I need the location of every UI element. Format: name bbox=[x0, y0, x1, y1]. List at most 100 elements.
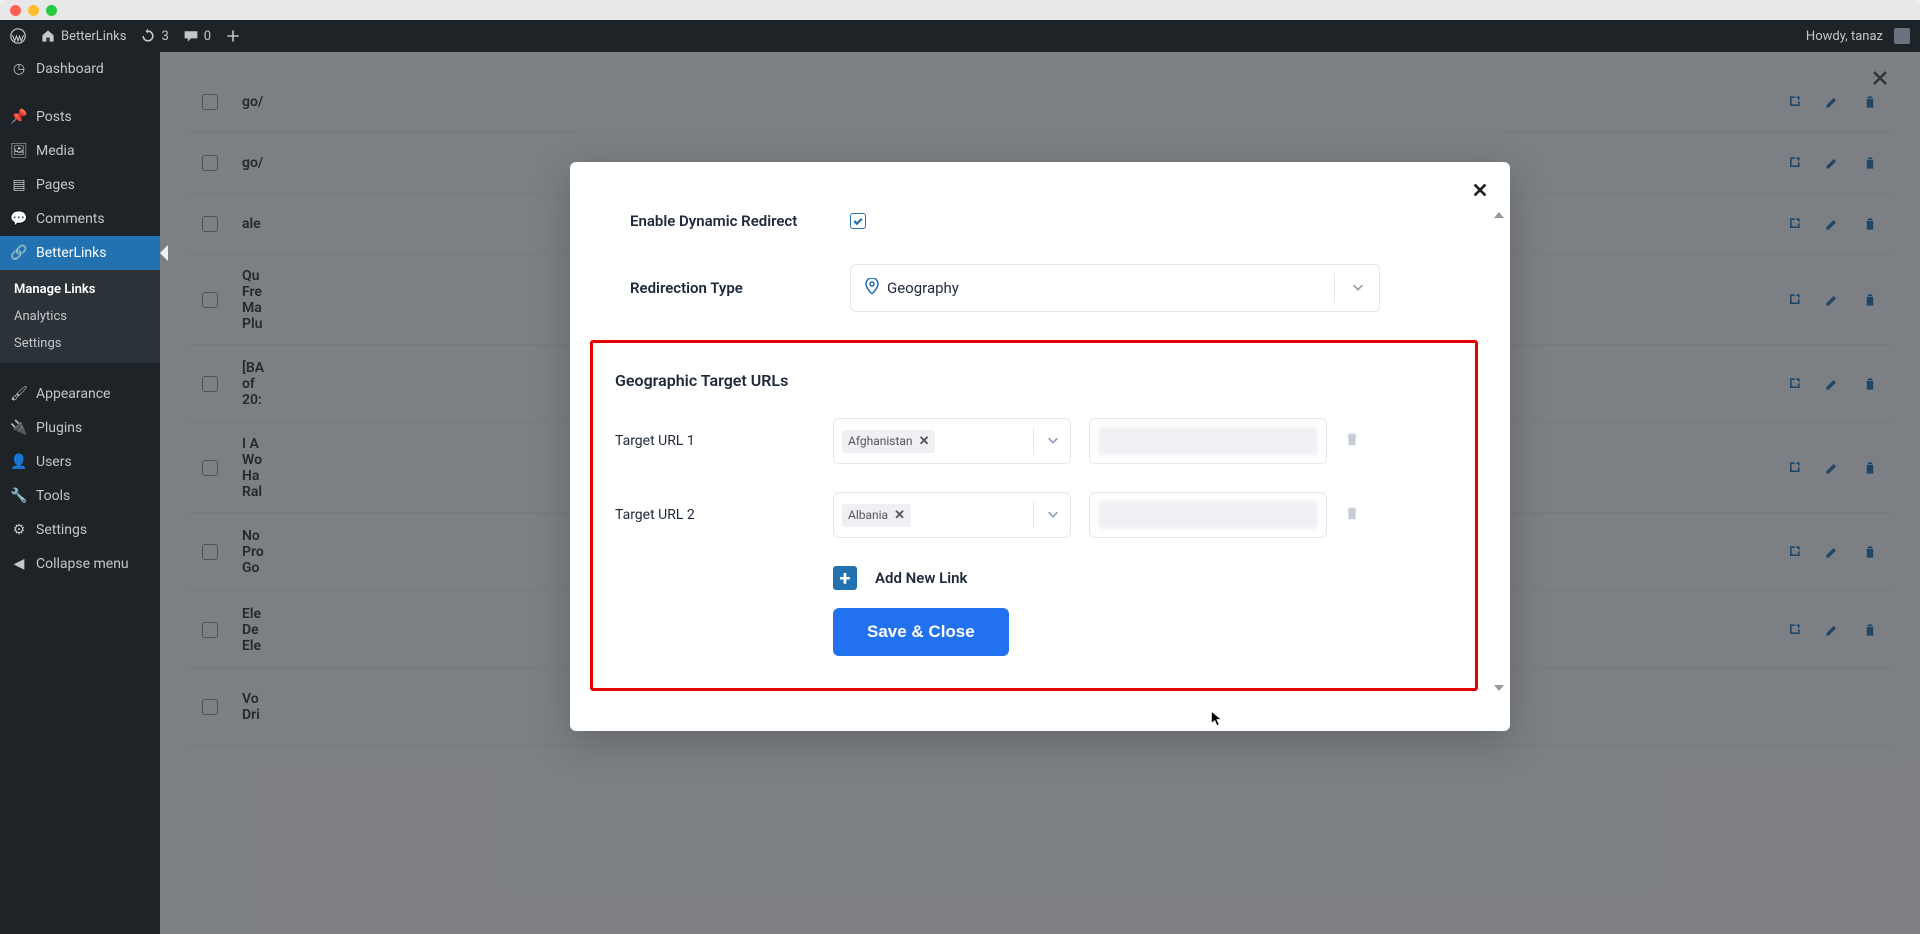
scroll-up-icon bbox=[1494, 212, 1504, 218]
menu-label: Pages bbox=[36, 177, 75, 193]
window-chrome bbox=[0, 0, 1920, 20]
wordpress-icon bbox=[10, 28, 26, 44]
blurred-url bbox=[1098, 427, 1318, 455]
menu-label: Tools bbox=[36, 488, 70, 504]
sub-item-settings[interactable]: Settings bbox=[0, 330, 160, 357]
section-title: Geographic Target URLs bbox=[615, 371, 1453, 390]
comment-icon bbox=[183, 28, 199, 44]
page-icon: ▤ bbox=[10, 176, 28, 194]
country-tag: Albania ✕ bbox=[842, 504, 911, 527]
redirection-type-select[interactable]: Geography bbox=[850, 264, 1380, 312]
menu-label: Users bbox=[36, 454, 72, 470]
redirection-type-value: Geography bbox=[887, 279, 959, 297]
chevron-down-icon bbox=[1046, 432, 1060, 451]
select-divider bbox=[1033, 427, 1034, 455]
plus-icon bbox=[225, 28, 241, 44]
remove-tag-button[interactable]: ✕ bbox=[919, 434, 930, 449]
sidebar-submenu: Manage Links Analytics Settings bbox=[0, 270, 160, 363]
menu-label: Dashboard bbox=[36, 61, 104, 77]
sidebar-item-pages[interactable]: ▤ Pages bbox=[0, 168, 160, 202]
howdy-user[interactable]: Howdy, tanaz bbox=[1806, 28, 1910, 44]
trash-icon bbox=[1343, 430, 1361, 448]
sidebar-item-collapse[interactable]: ◀ Collapse menu bbox=[0, 547, 160, 581]
menu-label: BetterLinks bbox=[36, 245, 106, 261]
target-url-row: Target URL 1 Afghanistan ✕ bbox=[615, 418, 1453, 464]
sidebar-item-media[interactable]: 🖼 Media bbox=[0, 134, 160, 168]
menu-label: Appearance bbox=[36, 386, 110, 402]
collapse-icon: ◀ bbox=[10, 555, 28, 573]
minimize-window-button[interactable] bbox=[28, 5, 39, 16]
updates-link[interactable]: 3 bbox=[140, 28, 168, 44]
menu-label: Settings bbox=[36, 522, 87, 538]
main-content: go/ go/ ale Qu Fre Ma Plu [BA of 20: I A… bbox=[160, 52, 1920, 934]
target-url-label: Target URL 2 bbox=[615, 507, 833, 523]
blurred-url bbox=[1098, 501, 1318, 529]
wrench-icon: 🔧 bbox=[10, 487, 28, 505]
pin-icon: 📌 bbox=[10, 108, 28, 126]
chevron-down-icon bbox=[1046, 506, 1060, 525]
save-close-button[interactable]: Save & Close bbox=[833, 608, 1009, 656]
sidebar-item-settings[interactable]: ⚙ Settings bbox=[0, 513, 160, 547]
refresh-icon bbox=[140, 28, 156, 44]
wp-sidebar: ◷Dashboard 📌Posts 🖼 Media ▤ Pages 💬Comment… bbox=[0, 52, 160, 934]
sub-item-manage-links[interactable]: Manage Links bbox=[0, 276, 160, 303]
new-content-button[interactable] bbox=[225, 28, 241, 44]
target-url-input[interactable] bbox=[1089, 418, 1327, 464]
site-name: BetterLinks bbox=[61, 29, 126, 44]
comment-icon: 💬 bbox=[10, 210, 28, 228]
maximize-window-button[interactable] bbox=[46, 5, 57, 16]
home-icon bbox=[40, 28, 56, 44]
link-icon: 🔗 bbox=[10, 244, 28, 262]
modal-scrollbar[interactable] bbox=[1492, 212, 1506, 691]
sidebar-item-betterlinks[interactable]: 🔗 BetterLinks bbox=[0, 236, 160, 270]
add-new-link-button[interactable]: + Add New Link bbox=[833, 566, 1453, 590]
menu-label: Collapse menu bbox=[36, 556, 129, 572]
user-avatar bbox=[1894, 28, 1910, 44]
close-window-button[interactable] bbox=[10, 5, 21, 16]
site-home-link[interactable]: BetterLinks bbox=[40, 28, 126, 44]
country-name: Albania bbox=[848, 508, 888, 522]
wp-admin-bar: BetterLinks 3 0 Howdy, tanaz bbox=[0, 20, 1920, 52]
sidebar-item-appearance[interactable]: 🖌 Appearance bbox=[0, 377, 160, 411]
country-select[interactable]: Albania ✕ bbox=[833, 492, 1071, 538]
settings-icon: ⚙ bbox=[10, 521, 28, 539]
comments-link[interactable]: 0 bbox=[183, 28, 211, 44]
howdy-text: Howdy, tanaz bbox=[1806, 29, 1883, 44]
remove-tag-button[interactable]: ✕ bbox=[894, 508, 905, 523]
delete-target-button[interactable] bbox=[1343, 430, 1361, 452]
brush-icon: 🖌 bbox=[10, 385, 28, 403]
sidebar-item-posts[interactable]: 📌Posts bbox=[0, 100, 160, 134]
chevron-down-icon bbox=[1351, 279, 1365, 298]
sub-item-analytics[interactable]: Analytics bbox=[0, 303, 160, 330]
country-name: Afghanistan bbox=[848, 434, 913, 448]
redirection-type-label: Redirection Type bbox=[630, 279, 850, 297]
delete-target-button[interactable] bbox=[1343, 504, 1361, 526]
sidebar-item-users[interactable]: 👤 Users bbox=[0, 445, 160, 479]
wp-logo[interactable] bbox=[10, 28, 26, 44]
trash-icon bbox=[1343, 504, 1361, 522]
select-divider bbox=[1334, 273, 1335, 303]
plug-icon: 🔌 bbox=[10, 419, 28, 437]
target-url-label: Target URL 1 bbox=[615, 433, 833, 449]
check-icon bbox=[852, 215, 864, 227]
sidebar-item-dashboard[interactable]: ◷Dashboard bbox=[0, 52, 160, 86]
sidebar-item-plugins[interactable]: 🔌 Plugins bbox=[0, 411, 160, 445]
target-url-row: Target URL 2 Albania ✕ bbox=[615, 492, 1453, 538]
select-divider bbox=[1033, 501, 1034, 529]
updates-count: 3 bbox=[161, 29, 168, 44]
sidebar-item-tools[interactable]: 🔧 Tools bbox=[0, 479, 160, 513]
users-icon: 👤 bbox=[10, 453, 28, 471]
mouse-cursor bbox=[1210, 710, 1224, 732]
country-select[interactable]: Afghanistan ✕ bbox=[833, 418, 1071, 464]
menu-label: Media bbox=[36, 143, 75, 159]
media-icon: 🖼 bbox=[10, 142, 28, 160]
sidebar-item-comments[interactable]: 💬Comments bbox=[0, 202, 160, 236]
location-pin-icon bbox=[865, 278, 879, 298]
overlay-close-button[interactable] bbox=[1868, 66, 1892, 90]
dynamic-redirect-modal: Enable Dynamic Redirect Redirection Type bbox=[570, 162, 1510, 731]
enable-redirect-checkbox[interactable] bbox=[850, 213, 866, 229]
menu-label: Plugins bbox=[36, 420, 82, 436]
plus-icon: + bbox=[833, 566, 857, 590]
target-url-input[interactable] bbox=[1089, 492, 1327, 538]
comments-count: 0 bbox=[204, 29, 211, 44]
